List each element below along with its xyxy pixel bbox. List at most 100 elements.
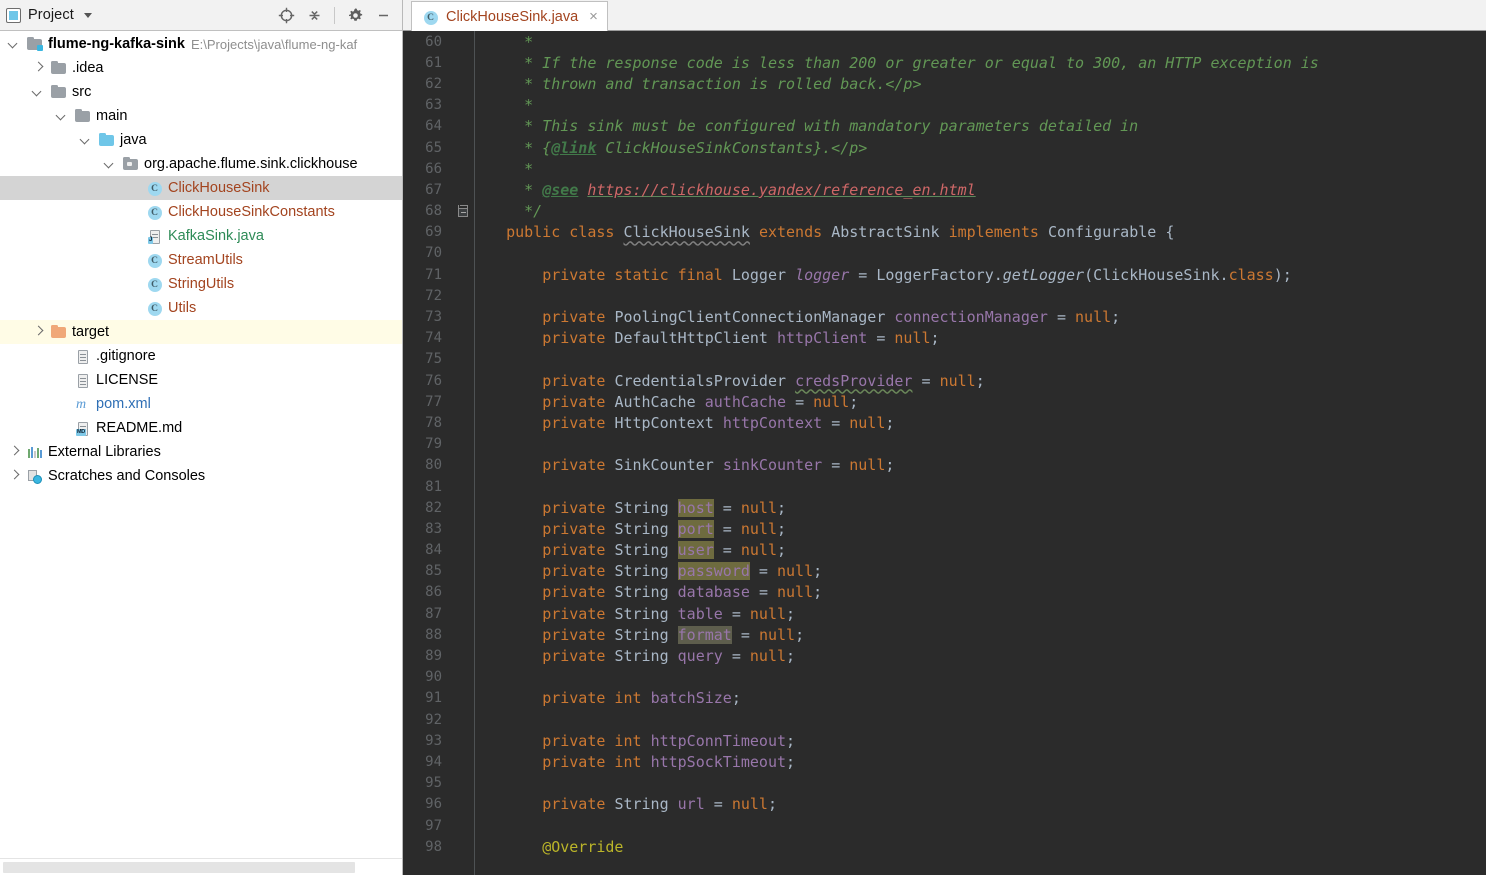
tree-row-label: main (96, 108, 128, 124)
project-tree-horizontal-scrollbar[interactable] (0, 858, 402, 875)
chevron-down-icon[interactable] (83, 12, 92, 18)
line-number[interactable]: 83 (403, 521, 451, 537)
locate-icon[interactable] (273, 3, 299, 27)
tree-row-streamutils[interactable]: C StreamUtils (0, 248, 402, 272)
project-tree[interactable]: flume-ng-kafka-sink E:\Projects\java\flum… (0, 31, 402, 858)
line-number[interactable]: 76 (403, 373, 451, 389)
chevron-down-icon[interactable] (32, 86, 44, 98)
line-number[interactable]: 94 (403, 754, 451, 770)
chevron-down-icon[interactable] (104, 158, 116, 170)
class-icon: C (146, 204, 163, 220)
chevron-down-icon[interactable] (56, 110, 68, 122)
line-number[interactable]: 90 (403, 669, 451, 685)
line-number[interactable]: 74 (403, 330, 451, 346)
maven-icon: m (76, 397, 87, 412)
chevron-down-icon[interactable] (8, 38, 20, 50)
line-number[interactable]: 78 (403, 415, 451, 431)
line-number[interactable]: 65 (403, 140, 451, 156)
code-line: 83 private String port = null; (403, 518, 1486, 539)
chevron-right-icon[interactable] (8, 470, 20, 482)
line-number[interactable]: 77 (403, 394, 451, 410)
code-text: private DefaultHttpClient httpClient = n… (542, 329, 940, 348)
line-number[interactable]: 68 (403, 203, 451, 219)
tree-row-label: src (72, 84, 92, 100)
line-number[interactable]: 89 (403, 648, 451, 664)
tree-row-pom-xml[interactable]: m pom.xml (0, 392, 402, 416)
tree-row-clickhousesinkconstants[interactable]: C ClickHouseSinkConstants (0, 200, 402, 224)
line-number[interactable]: 60 (403, 34, 451, 50)
tree-row-java[interactable]: java (0, 128, 402, 152)
tree-row-license[interactable]: LICENSE (0, 368, 402, 392)
gutter-cell (451, 561, 475, 582)
code-line: 95 (403, 773, 1486, 794)
line-number[interactable]: 69 (403, 224, 451, 240)
line-number[interactable]: 73 (403, 309, 451, 325)
tree-row-scratches-and-consoles[interactable]: Scratches and Consoles (0, 464, 402, 488)
code-line: 94 private int httpSockTimeout; (403, 751, 1486, 772)
line-number[interactable]: 85 (403, 563, 451, 579)
tab-clickhousesink-java[interactable]: C ClickHouseSink.java × (411, 1, 608, 31)
chevron-down-icon[interactable] (80, 134, 92, 146)
line-number[interactable]: 88 (403, 627, 451, 643)
line-number[interactable]: 70 (403, 245, 451, 261)
line-number[interactable]: 67 (403, 182, 451, 198)
line-number[interactable]: 95 (403, 775, 451, 791)
project-panel-title: Project (28, 7, 74, 23)
line-number[interactable]: 64 (403, 118, 451, 134)
line-number[interactable]: 86 (403, 584, 451, 600)
tree-row-label: Scratches and Consoles (48, 468, 206, 484)
tree-row-utils[interactable]: C Utils (0, 296, 402, 320)
line-number[interactable]: 75 (403, 351, 451, 367)
tree-row-stringutils[interactable]: C StringUtils (0, 272, 402, 296)
code-editor[interactable]: 60 * 61 * If the response code is less th… (403, 31, 1486, 875)
gear-icon[interactable] (342, 3, 368, 27)
line-number[interactable]: 81 (403, 479, 451, 495)
minimize-icon[interactable] (370, 3, 396, 27)
tree-row-readme-md[interactable]: MD README.md (0, 416, 402, 440)
scrollbar-thumb[interactable] (3, 862, 355, 873)
gutter-cell (451, 624, 475, 645)
tree-row-idea[interactable]: .idea (0, 56, 402, 80)
line-number[interactable]: 97 (403, 818, 451, 834)
tree-row-external-libraries[interactable]: External Libraries (0, 440, 402, 464)
code-text: * (524, 96, 534, 115)
code-line: 80 private SinkCounter sinkCounter = nul… (403, 455, 1486, 476)
line-number[interactable]: 63 (403, 97, 451, 113)
line-number[interactable]: 79 (403, 436, 451, 452)
chevron-right-icon[interactable] (32, 62, 44, 74)
line-number[interactable]: 84 (403, 542, 451, 558)
line-number[interactable]: 80 (403, 457, 451, 473)
line-number[interactable]: 82 (403, 500, 451, 516)
code-line: 91 private int batchSize; (403, 688, 1486, 709)
line-number[interactable]: 98 (403, 839, 451, 855)
line-number[interactable]: 96 (403, 796, 451, 812)
tree-row-src[interactable]: src (0, 80, 402, 104)
collapse-all-icon[interactable] (301, 3, 327, 27)
line-number[interactable]: 66 (403, 161, 451, 177)
line-number[interactable]: 93 (403, 733, 451, 749)
line-number[interactable]: 61 (403, 55, 451, 71)
tree-row-org-apache-flume-sink-clickhouse[interactable]: org.apache.flume.sink.clickhouse (0, 152, 402, 176)
tree-row-target[interactable]: target (0, 320, 402, 344)
tree-row-clickhousesink[interactable]: C ClickHouseSink (0, 176, 402, 200)
line-number[interactable]: 71 (403, 267, 451, 283)
tree-row-kafkasink-java[interactable]: J KafkaSink.java (0, 224, 402, 248)
tree-row-gitignore[interactable]: .gitignore (0, 344, 402, 368)
project-title-group[interactable]: Project (6, 7, 92, 23)
line-number[interactable]: 91 (403, 690, 451, 706)
chevron-right-icon[interactable] (32, 326, 44, 338)
code-line: 87 private String table = null; (403, 603, 1486, 624)
line-number[interactable]: 92 (403, 712, 451, 728)
line-number[interactable]: 87 (403, 606, 451, 622)
close-icon[interactable]: × (589, 9, 598, 24)
fold-toggle-icon[interactable] (451, 201, 475, 222)
chevron-right-icon[interactable] (8, 446, 20, 458)
tree-row-flume-ng-kafka-sink[interactable]: flume-ng-kafka-sink E:\Projects\java\flum… (0, 32, 402, 56)
code-line: 60 * (403, 31, 1486, 52)
line-number[interactable]: 72 (403, 288, 451, 304)
project-panel-header: Project (0, 0, 402, 31)
line-number[interactable]: 62 (403, 76, 451, 92)
tree-row-main[interactable]: main (0, 104, 402, 128)
code-line: 72 (403, 285, 1486, 306)
